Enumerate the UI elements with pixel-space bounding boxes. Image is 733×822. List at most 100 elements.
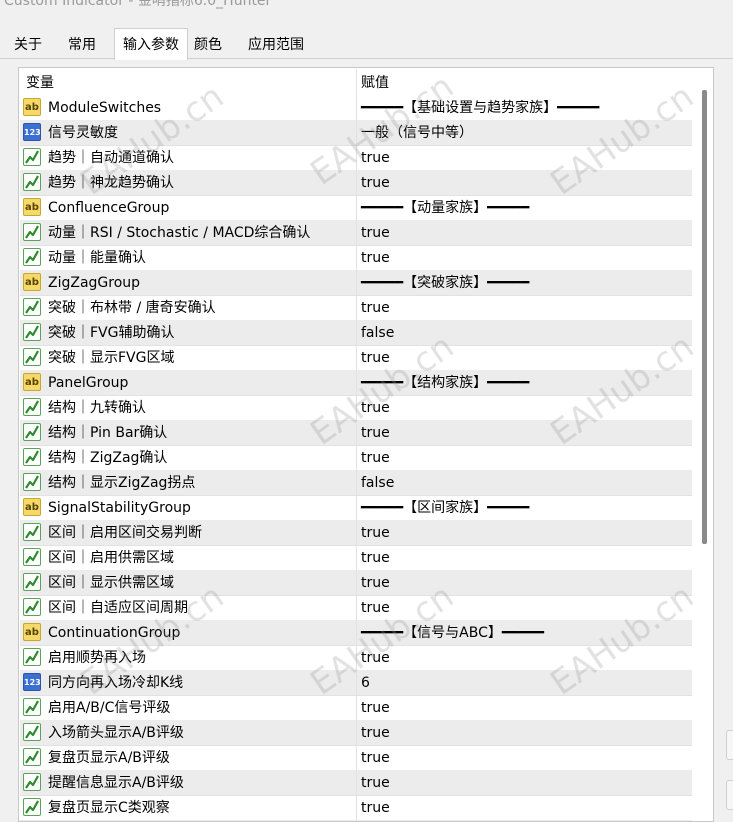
table-row[interactable]: 结构｜Pin Bar确认 true: [20, 421, 692, 446]
tab-about[interactable]: 关于: [6, 32, 50, 58]
table-row[interactable]: ab PanelGroup ━━━━━【结构家族】━━━━━: [20, 371, 692, 396]
column-header-variable[interactable]: 变量: [26, 69, 54, 96]
table-row[interactable]: 区间｜显示供需区域 true: [20, 571, 692, 596]
table-row[interactable]: ab SignalStabilityGroup ━━━━━【区间家族】━━━━━: [20, 496, 692, 521]
variable-value[interactable]: ━━━━━【基础设置与趋势家族】━━━━━: [361, 96, 599, 121]
cell-divider: [356, 646, 357, 671]
variable-value[interactable]: true: [361, 171, 390, 196]
variable-name: 入场箭头显示A/B评级: [48, 725, 184, 741]
table-row[interactable]: 突破｜布林带 / 唐奇安确认 true: [20, 296, 692, 321]
bool-type-icon: [23, 798, 41, 816]
table-row[interactable]: 区间｜启用区间交易判断 true: [20, 521, 692, 546]
table-row[interactable]: 趋势｜神龙趋势确认 true: [20, 171, 692, 196]
cell-divider: [356, 121, 357, 146]
variable-value[interactable]: false: [361, 471, 394, 496]
variable-value[interactable]: true: [361, 721, 390, 746]
tab-scope[interactable]: 应用范围: [240, 32, 312, 58]
variable-value[interactable]: true: [361, 521, 390, 546]
variable-value[interactable]: true: [361, 796, 390, 821]
string-type-icon: ab: [23, 498, 41, 516]
integer-type-icon: 123: [23, 673, 41, 691]
table-row[interactable]: 提醒信息显示A/B评级 true: [20, 771, 692, 796]
bool-type-icon: [23, 423, 41, 441]
variable-name: 突破｜布林带 / 唐奇安确认: [48, 300, 216, 316]
table-row[interactable]: 123 信号灵敏度 一般（信号中等）: [20, 121, 692, 146]
table-row[interactable]: 结构｜ZigZag确认 true: [20, 446, 692, 471]
variable-value[interactable]: true: [361, 146, 390, 171]
vertical-scrollbar[interactable]: [702, 90, 707, 544]
table-row[interactable]: 启用顺势再入场 true: [20, 646, 692, 671]
string-type-icon: ab: [23, 273, 41, 291]
variable-value[interactable]: true: [361, 421, 390, 446]
variable-name: 结构｜显示ZigZag拐点: [48, 475, 196, 491]
variable-value[interactable]: ━━━━━【信号与ABC】━━━━━: [361, 621, 544, 646]
variable-value[interactable]: true: [361, 646, 390, 671]
column-header-value[interactable]: 赋值: [361, 69, 389, 96]
variable-value[interactable]: true: [361, 746, 390, 771]
cell-divider: [356, 771, 357, 796]
table-row[interactable]: 区间｜启用供需区域 true: [20, 546, 692, 571]
column-divider[interactable]: [356, 69, 357, 96]
variable-value[interactable]: true: [361, 296, 390, 321]
table-row[interactable]: 入场箭头显示A/B评级 true: [20, 721, 692, 746]
cell-divider: [356, 671, 357, 696]
cell-divider: [356, 696, 357, 721]
variable-name: 趋势｜自动通道确认: [48, 150, 174, 166]
table-row[interactable]: 123 同方向再入场冷却K线 6: [20, 671, 692, 696]
tab-bar: 关于 常用 输入参数 颜色 应用范围: [0, 28, 733, 60]
variable-name: 复盘页显示C类观察: [48, 800, 170, 816]
tab-colors[interactable]: 颜色: [186, 32, 230, 58]
cell-divider: [356, 296, 357, 321]
table-row[interactable]: 复盘页显示C类观察 true: [20, 796, 692, 821]
variable-value[interactable]: ━━━━━【区间家族】━━━━━: [361, 496, 529, 521]
variable-value[interactable]: true: [361, 246, 390, 271]
variable-value[interactable]: false: [361, 321, 394, 346]
side-button[interactable]: [726, 730, 733, 760]
string-type-icon: ab: [23, 373, 41, 391]
table-row[interactable]: 动量｜能量确认 true: [20, 246, 692, 271]
tab-inputs[interactable]: 输入参数: [114, 28, 188, 60]
variable-name: 突破｜显示FVG区域: [48, 350, 175, 366]
table-row[interactable]: ab ModuleSwitches ━━━━━【基础设置与趋势家族】━━━━━: [20, 96, 692, 121]
bool-type-icon: [23, 473, 41, 491]
variable-value[interactable]: true: [361, 696, 390, 721]
bool-type-icon: [23, 773, 41, 791]
table-row[interactable]: ab ContinuationGroup ━━━━━【信号与ABC】━━━━━: [20, 621, 692, 646]
table-row[interactable]: ab ZigZagGroup ━━━━━【突破家族】━━━━━: [20, 271, 692, 296]
variable-value[interactable]: ━━━━━【突破家族】━━━━━: [361, 271, 529, 296]
cell-divider: [356, 571, 357, 596]
side-button[interactable]: [726, 780, 733, 810]
variable-value[interactable]: true: [361, 346, 390, 371]
variable-value[interactable]: true: [361, 571, 390, 596]
table-row[interactable]: 动量｜RSI / Stochastic / MACD综合确认 true: [20, 221, 692, 246]
variable-name: 同方向再入场冷却K线: [48, 675, 184, 691]
variable-value[interactable]: ━━━━━【动量家族】━━━━━: [361, 196, 529, 221]
variable-value[interactable]: true: [361, 396, 390, 421]
cell-divider: [356, 546, 357, 571]
variable-value[interactable]: true: [361, 771, 390, 796]
tab-common[interactable]: 常用: [60, 32, 104, 58]
variable-value[interactable]: true: [361, 221, 390, 246]
variable-value[interactable]: ━━━━━【结构家族】━━━━━: [361, 371, 529, 396]
variable-value[interactable]: true: [361, 446, 390, 471]
table-row[interactable]: 突破｜显示FVG区域 true: [20, 346, 692, 371]
bool-type-icon: [23, 298, 41, 316]
variable-value[interactable]: true: [361, 596, 390, 621]
string-type-icon: ab: [23, 198, 41, 216]
variable-value[interactable]: 6: [361, 671, 370, 696]
table-row[interactable]: ab ConfluenceGroup ━━━━━【动量家族】━━━━━: [20, 196, 692, 221]
variable-value[interactable]: 一般（信号中等）: [361, 121, 473, 146]
bool-type-icon: [23, 223, 41, 241]
variable-value[interactable]: true: [361, 546, 390, 571]
table-row[interactable]: 结构｜九转确认 true: [20, 396, 692, 421]
table-row[interactable]: 趋势｜自动通道确认 true: [20, 146, 692, 171]
table-row[interactable]: 突破｜FVG辅助确认 false: [20, 321, 692, 346]
cell-divider: [356, 271, 357, 296]
cell-divider: [356, 496, 357, 521]
table-row[interactable]: 复盘页显示A/B评级 true: [20, 746, 692, 771]
table-row[interactable]: 区间｜自适应区间周期 true: [20, 596, 692, 621]
table-row[interactable]: 启用A/B/C信号评级 true: [20, 696, 692, 721]
cell-divider: [356, 171, 357, 196]
table-row[interactable]: 结构｜显示ZigZag拐点 false: [20, 471, 692, 496]
bool-type-icon: [23, 148, 41, 166]
